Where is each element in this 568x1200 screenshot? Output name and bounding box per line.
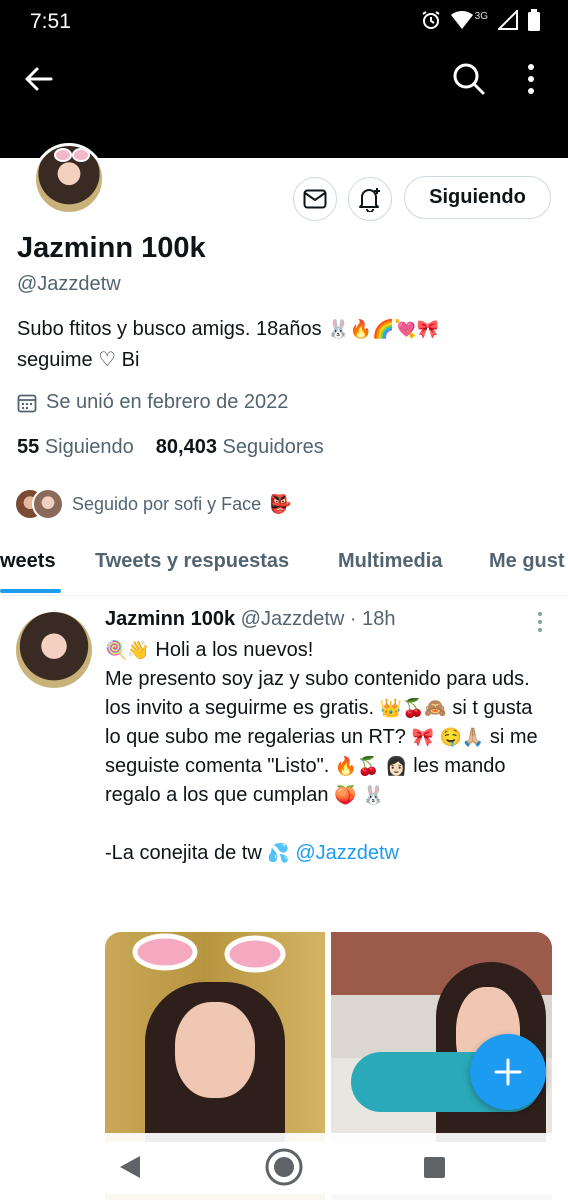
- media-figure: [175, 1002, 255, 1098]
- tweet-emoji: 🐰: [362, 785, 385, 805]
- more-vertical-icon[interactable]: [520, 62, 542, 96]
- top-app-bar: [0, 42, 568, 158]
- status-icons: 3G: [421, 9, 540, 31]
- tweet-line: los invito a seguirme es gratis.: [105, 697, 375, 719]
- tab-tweets[interactable]: weets: [0, 550, 56, 573]
- tweet-separator: ·: [349, 608, 357, 630]
- network-label: 3G: [474, 10, 488, 22]
- status-time: 7:51: [30, 10, 71, 33]
- following-count: 55: [17, 436, 40, 458]
- tweet-emoji: 🔥🍒: [334, 756, 380, 776]
- tweet-emoji: 💦: [267, 843, 290, 863]
- tab-likes[interactable]: Me gust: [489, 550, 565, 573]
- bio-line-2: seguime ♡ Bi: [17, 349, 140, 371]
- wifi-icon: [450, 10, 473, 29]
- tweet-mention-link[interactable]: @Jazzdetw: [295, 842, 399, 864]
- bio-line-1: Subo ftitos y busco amigs. 18años: [17, 318, 322, 340]
- compose-tweet-button[interactable]: [470, 1034, 546, 1110]
- tweet-more-icon[interactable]: [530, 610, 550, 634]
- signal-icon: [498, 10, 518, 30]
- followers-label: Seguidores: [222, 436, 324, 458]
- follower-avatar: [32, 488, 64, 520]
- tweet-emoji: 🍭👋: [105, 640, 150, 660]
- tweet-author-handle: @Jazzdetw: [240, 608, 345, 630]
- tweet-text: 🍭👋 Holi a los nuevos! Me presento soy ja…: [105, 636, 545, 868]
- tweet-signature: -La conejita de tw: [105, 842, 262, 864]
- nav-back-icon[interactable]: [118, 1154, 142, 1180]
- active-tab-indicator: [0, 589, 61, 593]
- bunny-ears-decoration: [132, 933, 286, 973]
- system-nav-bar: [0, 1133, 568, 1200]
- tweet-emoji: 👑🍒🙈: [379, 698, 447, 718]
- plus-icon: [494, 1058, 522, 1086]
- profile-joined-date: Se unió en febrero de 2022: [17, 391, 288, 414]
- tweet-emoji: 🤤🙏🏼: [439, 727, 485, 747]
- followed-by-avatars: [14, 488, 64, 520]
- nav-home-icon[interactable]: [264, 1147, 304, 1187]
- joined-text: Se unió en febrero de 2022: [46, 391, 289, 413]
- tweet-emoji: 👩🏻: [385, 756, 408, 776]
- tweet-media-image[interactable]: [105, 932, 325, 1142]
- bell-plus-icon: [359, 188, 380, 212]
- status-bar: 7:51 3G: [0, 0, 568, 42]
- search-icon[interactable]: [452, 62, 486, 96]
- profile-handle: @Jazzdetw: [17, 273, 121, 295]
- followed-by[interactable]: Seguido por sofi y Face 👺: [14, 488, 292, 520]
- profile-bio: Subo ftitos y busco amigs. 18años 🐰🔥🌈💘🎀 …: [17, 314, 547, 376]
- bio-emojis: 🐰🔥🌈💘🎀: [327, 319, 440, 339]
- tab-tweets-and-replies[interactable]: Tweets y respuestas: [95, 550, 289, 573]
- calendar-icon: [17, 394, 37, 412]
- tweet-header: Jazminn 100k @Jazzdetw · 18h: [105, 608, 395, 631]
- tab-media[interactable]: Multimedia: [338, 550, 442, 573]
- profile-avatar[interactable]: [33, 143, 105, 215]
- profile-display-name: Jazminn 100k: [17, 232, 206, 264]
- follow-counts: 55 Siguiendo 80,403 Seguidores: [17, 436, 324, 459]
- tweet-author-name[interactable]: Jazminn 100k: [105, 608, 235, 630]
- bunny-ears-decoration: [54, 148, 90, 162]
- following-button[interactable]: Siguiendo: [404, 176, 551, 219]
- following-label: Siguiendo: [44, 436, 134, 458]
- notifications-button[interactable]: [348, 177, 392, 221]
- battery-icon: [528, 9, 540, 31]
- followed-by-emoji: 👺: [269, 494, 292, 514]
- following-link[interactable]: 55 Siguiendo: [17, 436, 134, 459]
- followed-by-text: Seguido por sofi y Face: [72, 493, 262, 514]
- profile-tabs: weets Tweets y respuestas Multimedia Me …: [0, 530, 568, 596]
- followers-count: 80,403: [155, 436, 217, 458]
- nav-recents-icon[interactable]: [424, 1157, 445, 1178]
- tweet-line: Me presento soy jaz y subo contenido par…: [105, 668, 530, 690]
- tweet-time[interactable]: 18h: [362, 608, 395, 630]
- back-arrow-icon[interactable]: [24, 64, 54, 94]
- tweet-emoji: 🍑: [334, 785, 357, 805]
- alarm-icon: [422, 11, 440, 29]
- mail-icon: [303, 189, 327, 209]
- tweet-author-avatar[interactable]: [16, 612, 92, 688]
- followers-link[interactable]: 80,403 Seguidores: [156, 436, 324, 459]
- tweet-line: Holi a los nuevos!: [155, 639, 314, 661]
- tweet-emoji: 🎀: [411, 727, 434, 747]
- message-button[interactable]: [293, 177, 337, 221]
